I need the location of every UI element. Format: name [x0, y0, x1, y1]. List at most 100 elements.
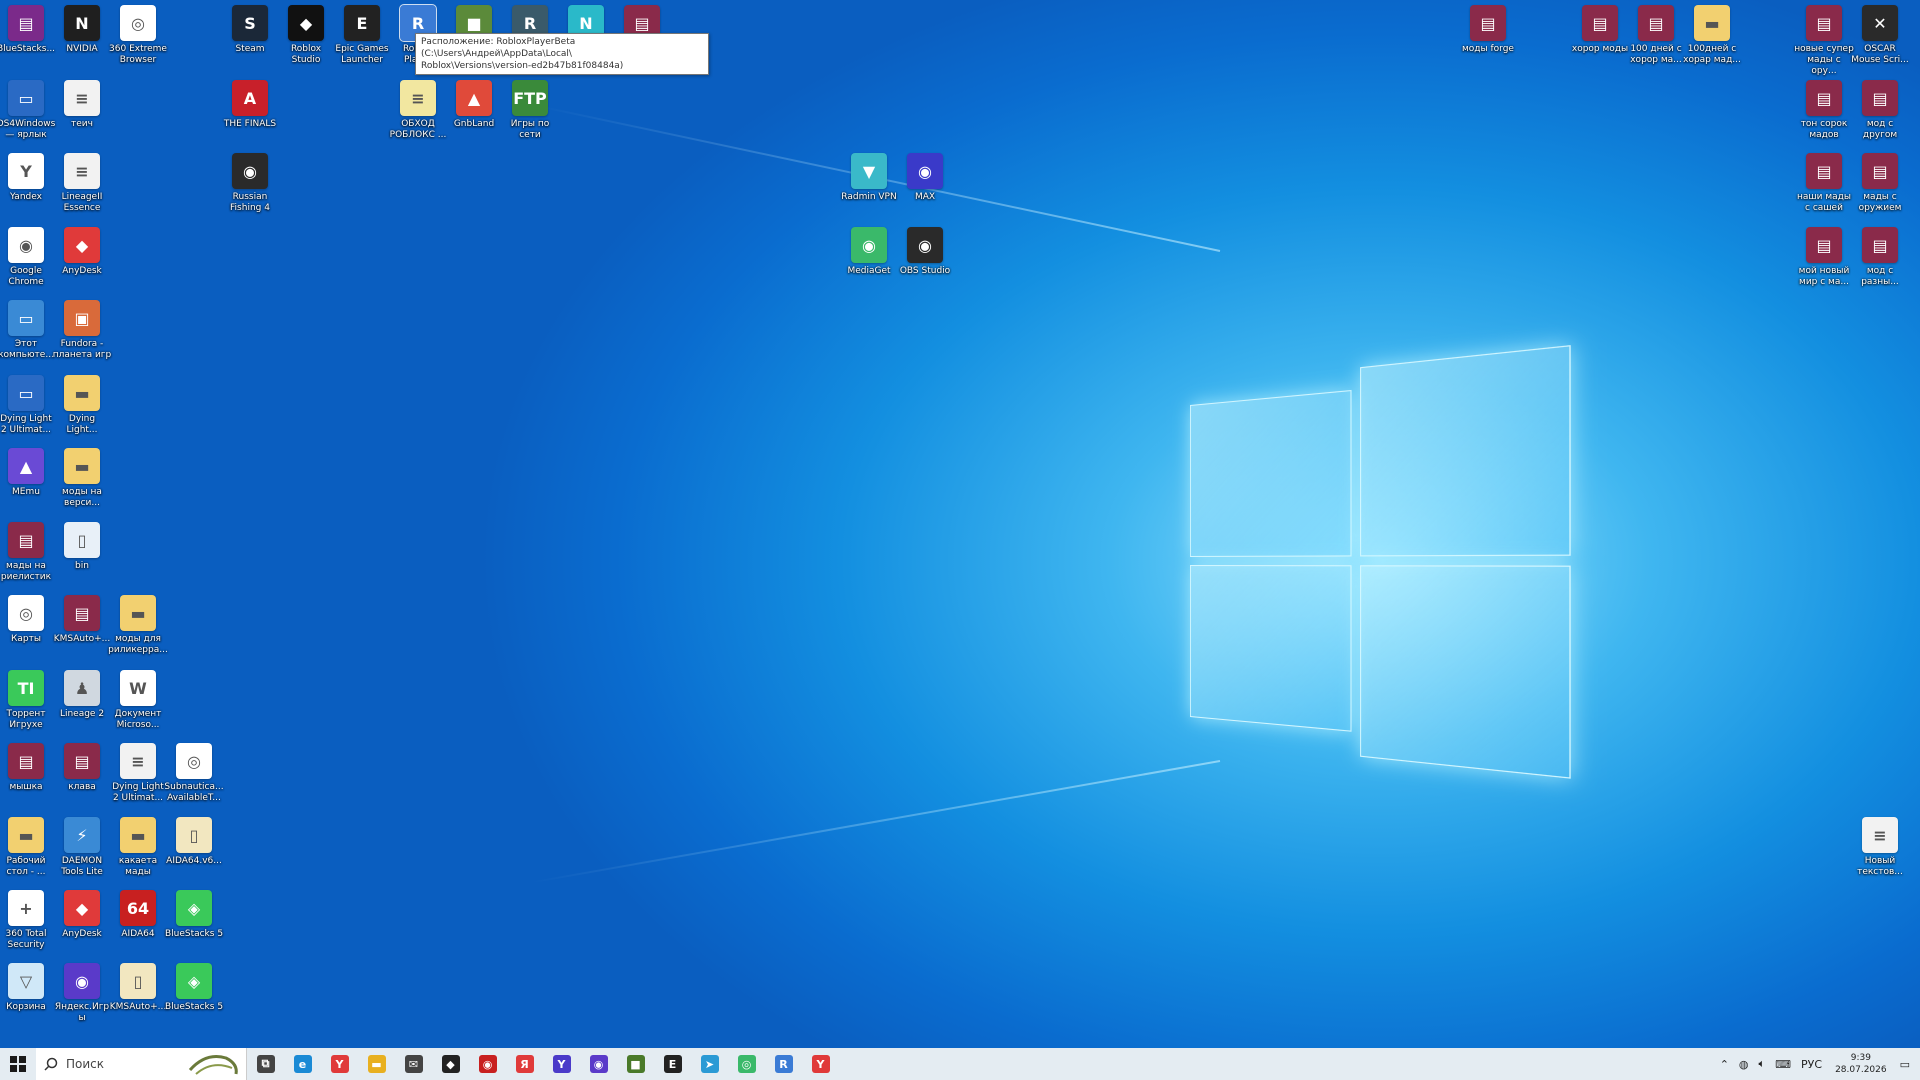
desktop-icon-radmin[interactable]: ▼ Radmin VPN	[841, 153, 897, 203]
desktop-icon-ds4windows[interactable]: ▭ DS4Windows — ярлык	[0, 80, 54, 141]
start-button[interactable]	[0, 1048, 36, 1080]
taskbar-app-explorer[interactable]: ▬	[358, 1048, 395, 1080]
taskbar-app-epic-tb[interactable]: E	[654, 1048, 691, 1080]
desktop-icon-aida64[interactable]: 64 AIDA64	[110, 890, 166, 940]
desktop[interactable]: ▤ BlueStacks... N NVIDIA ◎ 360 Extreme Browse…	[0, 0, 1920, 1048]
taskbar-app-360-tb[interactable]: ◎	[728, 1048, 765, 1080]
desktop-icon-lineage2[interactable]: ♟ Lineage 2	[54, 670, 110, 720]
desktop-icon-mody-reel[interactable]: ▤ мады на риелистик	[0, 522, 54, 583]
desktop-icon-mady-s-oruzh[interactable]: ▤ мады с оружием	[1852, 153, 1908, 214]
taskbar-app-minecraft-tb[interactable]: ■	[617, 1048, 654, 1080]
mody-dlya-icon: ▬	[120, 595, 156, 631]
bluestacks5-2-icon: ◈	[176, 963, 212, 999]
desktop-icon-kmsauto-2[interactable]: ▯ KMSAuto+...	[110, 963, 166, 1013]
desktop-icon-nvidia[interactable]: N NVIDIA	[54, 5, 110, 55]
desktop-icon-word-doc[interactable]: W Документ Microso...	[110, 670, 166, 731]
taskbar-app-telegram[interactable]: ➤	[691, 1048, 728, 1080]
desktop-icon-dying-light-2[interactable]: ≡ Dying Light 2 Ultimat...	[110, 743, 166, 804]
network-icon[interactable]: ◍	[1739, 1058, 1749, 1071]
taskbar-app-task-view[interactable]: ⧉	[247, 1048, 284, 1080]
desktop-icon-bluestacks5-2[interactable]: ◈ BlueStacks 5	[166, 963, 222, 1013]
taskbar-app-roblox-player-tb[interactable]: R	[765, 1048, 802, 1080]
tooltip-line-2: Roblox\Versions\version-ed2b47b81f08484a…	[421, 60, 703, 72]
desktop-icon-dying-light-1[interactable]: ▭ Dying Light 2 Ultimat...	[0, 375, 54, 436]
taskbar-app-roblox-tb[interactable]: ◆	[432, 1048, 469, 1080]
desktop-icon-the-finals[interactable]: A THE FINALS	[222, 80, 278, 130]
desktop-icon-torrent[interactable]: TI Торрент Игрухе	[0, 670, 54, 731]
taskbar-app-yandex-browser[interactable]: Y	[321, 1048, 358, 1080]
ton-sorok-icon: ▤	[1806, 80, 1842, 116]
desktop-icon-teich[interactable]: ≡ теич	[54, 80, 110, 130]
desktop-icon-label: Торрент Игрухе	[0, 709, 56, 731]
desktop-icon-chrome[interactable]: ◉ Google Chrome	[0, 227, 54, 288]
desktop-icon-daemon[interactable]: ⚡ DAEMON Tools Lite	[54, 817, 110, 878]
desktop-icon-horor-mody[interactable]: ▤ хорор моды	[1572, 5, 1628, 55]
desktop-icon-novye-super[interactable]: ▤ новые супер мады с ору...	[1796, 5, 1852, 77]
desktop-icon-360-total[interactable]: +360 Total Security	[0, 890, 54, 951]
desktop-icon-aida-v6[interactable]: ▯ AIDA64.v6...	[166, 817, 222, 867]
desktop-icon-memu[interactable]: ▲ MEmu	[0, 448, 54, 498]
desktop-icon-klava[interactable]: ▤ клава	[54, 743, 110, 793]
desktop-icon-anydesk-1[interactable]: ◆ AnyDesk	[54, 227, 110, 277]
taskbar-app-yandex-games-tb[interactable]: ◉	[580, 1048, 617, 1080]
desktop-icon-moy-novyy[interactable]: ▤ мой новый мир с ма...	[1796, 227, 1852, 288]
desktop-icon-mody-na-versii[interactable]: ▬ моды на верси...	[54, 448, 110, 509]
desktop-icon-bin[interactable]: ▯ bin	[54, 522, 110, 572]
taskbar-app-mail[interactable]: ✉	[395, 1048, 432, 1080]
taskbar-app-yandex-ya[interactable]: Я	[506, 1048, 543, 1080]
desktop-icon-anydesk-2[interactable]: ◆ AnyDesk	[54, 890, 110, 940]
chevron-up-icon[interactable]: ⌃	[1720, 1058, 1729, 1071]
desktop-icon-this-pc[interactable]: ▭ Этот компьюте...	[0, 300, 54, 361]
desktop-icon-subnautica[interactable]: ◎ Subnautica... AvailableT...	[166, 743, 222, 804]
clock[interactable]: 9:39 28.07.2026	[1835, 1052, 1887, 1076]
desktop-icon-ton-sorok[interactable]: ▤ тон сорок мадов	[1796, 80, 1852, 141]
desktop-icon-rabochiy-stol[interactable]: ▬ Рабочий стол - ...	[0, 817, 54, 878]
desktop-icon-oscar[interactable]: ✕ OSCAR Mouse Scri...	[1852, 5, 1908, 66]
desktop-icon-bluestacks5-1[interactable]: ◈ BlueStacks 5	[166, 890, 222, 940]
desktop-icon-100-dney-horor[interactable]: ▤ 100 дней с хорор ма...	[1628, 5, 1684, 66]
desktop-icon-karty[interactable]: ◎ Карты	[0, 595, 54, 645]
desktop-icon-novyy-tekst[interactable]: ≡ Новый текстов...	[1852, 817, 1908, 878]
desktop-icon-mody-dlya[interactable]: ▬ моды для риликерра...	[110, 595, 166, 656]
desktop-icon-gnbland[interactable]: ▲ GnbLand	[446, 80, 502, 130]
desktop-icon-yandex[interactable]: Y Yandex	[0, 153, 54, 203]
desktop-icon-funnora[interactable]: ▣ Fundora - планета игр	[54, 300, 110, 361]
desktop-icon-obs[interactable]: ◉ OBS Studio	[897, 227, 953, 277]
volume-icon[interactable]: 🔈︎	[1759, 1057, 1766, 1071]
desktop-icon-lineage-essence[interactable]: ≡ LineageII Essence	[54, 153, 110, 214]
taskbar-app-edge[interactable]: e	[284, 1048, 321, 1080]
desktop-icon-mediaget[interactable]: ◉ MediaGet	[841, 227, 897, 277]
desktop-icon-100-dney-horar[interactable]: ▬ 100дней с хорар мад...	[1684, 5, 1740, 66]
notification-icon[interactable]: ▭	[1900, 1058, 1910, 1071]
desktop-icon-mody-forge[interactable]: ▤ моды forge	[1460, 5, 1516, 55]
igry-po-seti-icon: FTP	[512, 80, 548, 116]
desktop-icon-kakaeta[interactable]: ▬ какаета мады	[110, 817, 166, 878]
desktop-icon-kmsauto-1[interactable]: ▤ KMSAuto+...	[54, 595, 110, 645]
screen-rec-icon: ◉	[479, 1055, 497, 1073]
desktop-icon-steam[interactable]: S Steam	[222, 5, 278, 55]
language-indicator[interactable]: РУС	[1801, 1058, 1822, 1071]
desktop-icon-roblox-studio[interactable]: ◆ Roblox Studio	[278, 5, 334, 66]
desktop-icon-obhod[interactable]: ≡ ОБХОД РОБЛОКС ...	[390, 80, 446, 141]
taskbar-app-yandex-y3[interactable]: Y	[802, 1048, 839, 1080]
desktop-icon-label: Игры по сети	[500, 119, 560, 141]
keyboard-icon[interactable]: ⌨︎	[1775, 1058, 1791, 1071]
desktop-icon-max[interactable]: ◉ MAX	[897, 153, 953, 203]
desktop-icon-nashi-mady[interactable]: ▤ наши мады с сашей	[1796, 153, 1852, 214]
desktop-icon-epic[interactable]: E Epic Games Launcher	[334, 5, 390, 66]
taskbar-app-screen-rec[interactable]: ◉	[469, 1048, 506, 1080]
desktop-icon-russian-fishing[interactable]: ◉ Russian Fishing 4	[222, 153, 278, 214]
desktop-icon-360-extreme[interactable]: ◎ 360 Extreme Browser	[110, 5, 166, 66]
desktop-icon-yandex-games[interactable]: ◉ Яндекс.Игры	[54, 963, 110, 1024]
desktop-icon-label: тон сорок мадов	[1794, 119, 1854, 141]
desktop-icon-dying-light-folder[interactable]: ▬ Dying Light...	[54, 375, 110, 436]
taskbar-app-yandex-y2[interactable]: Y	[543, 1048, 580, 1080]
desktop-icon-mod-s-razn[interactable]: ▤ мод с разны...	[1852, 227, 1908, 288]
mody-reel-icon: ▤	[8, 522, 44, 558]
desktop-icon-myshka[interactable]: ▤ мышка	[0, 743, 54, 793]
desktop-icon-korzina[interactable]: ▽ Корзина	[0, 963, 54, 1013]
taskbar-search-box[interactable]: Поиск	[36, 1048, 247, 1080]
desktop-icon-mod-s-drugom[interactable]: ▤ мод с другом	[1852, 80, 1908, 141]
desktop-icon-bluestacks-x[interactable]: ▤ BlueStacks...	[0, 5, 54, 55]
desktop-icon-igry-po-seti[interactable]: FTP Игры по сети	[502, 80, 558, 141]
